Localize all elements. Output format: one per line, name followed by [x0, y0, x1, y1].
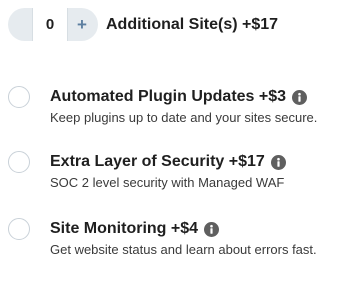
extra-security-description: SOC 2 level security with Managed WAF — [50, 175, 285, 190]
site-quantity-value[interactable]: 0 — [32, 8, 68, 41]
additional-sites-row: 0 + Additional Site(s) +$17 — [8, 8, 278, 41]
site-quantity-stepper[interactable]: 0 + — [8, 8, 98, 41]
info-icon[interactable] — [204, 221, 220, 237]
increment-button[interactable]: + — [68, 8, 96, 41]
additional-sites-label: Additional Site(s) +$17 — [106, 15, 279, 33]
extra-security-radio[interactable] — [8, 151, 30, 173]
info-icon[interactable] — [270, 154, 286, 170]
extra-security-title: Extra Layer of Security +$17 — [50, 153, 265, 170]
option-title: Automated Plugin Updates +$3 — [50, 86, 308, 108]
site-monitoring-description: Get website status and learn about error… — [50, 242, 317, 257]
decrement-button[interactable] — [8, 8, 32, 41]
info-icon[interactable] — [292, 89, 308, 105]
option-title: Extra Layer of Security +$17 — [50, 151, 286, 173]
plugin-updates-radio[interactable] — [8, 86, 30, 108]
plugin-updates-title: Automated Plugin Updates +$3 — [50, 88, 287, 105]
site-monitoring-title: Site Monitoring +$4 — [50, 220, 199, 237]
option-title: Site Monitoring +$4 — [50, 218, 220, 240]
plugin-updates-description: Keep plugins up to date and your sites s… — [50, 110, 318, 125]
site-monitoring-radio[interactable] — [8, 218, 30, 240]
